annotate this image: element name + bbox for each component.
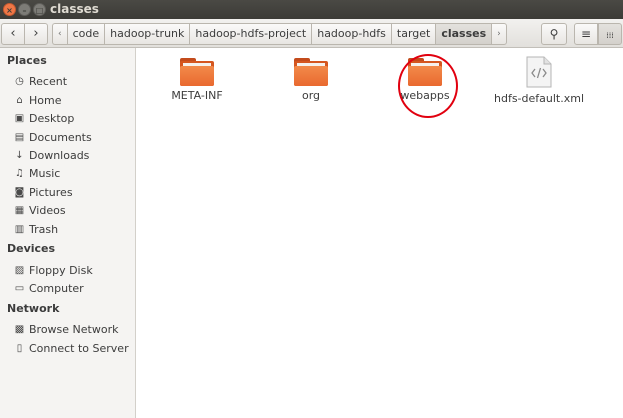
- downloads-icon: ↓: [15, 149, 24, 161]
- highlight-circle: [398, 54, 458, 118]
- sidebar-item-connect-to-server[interactable]: ▯ Connect to Server: [13, 339, 133, 357]
- home-icon: ⌂: [16, 94, 23, 106]
- documents-icon: ▤: [14, 131, 25, 143]
- back-button[interactable]: ‹: [1, 23, 25, 45]
- sidebar-item-browse-network[interactable]: ▩ Browse Network: [13, 320, 133, 338]
- file-name: hdfs-default.xml: [494, 92, 585, 105]
- videos-icon: ▦: [14, 204, 25, 216]
- devices-section-title: Devices: [7, 242, 56, 255]
- desktop-icon: ▣: [14, 112, 25, 124]
- window-title: classes: [50, 2, 99, 16]
- sidebar-item-label: Trash: [29, 222, 59, 236]
- server-icon: ▯: [16, 342, 23, 354]
- computer-icon: ▭: [14, 282, 25, 294]
- breadcrumb: ‹ code hadoop-trunk hadoop-hdfs-project …: [52, 23, 507, 45]
- sidebar-item-documents[interactable]: ▤ Documents: [13, 128, 133, 146]
- sidebar-item-label: Computer: [29, 281, 84, 295]
- sidebar-item-label: Floppy Disk: [29, 263, 93, 277]
- sidebar-item-home[interactable]: ⌂ Home: [13, 91, 133, 109]
- clock-icon: ◷: [15, 75, 24, 87]
- xml-file-icon: [526, 56, 552, 88]
- network-section-title: Network: [7, 302, 60, 315]
- minimize-window-button[interactable]: –: [18, 3, 31, 16]
- grid-view-icon: ⁞⁞⁞: [606, 31, 614, 40]
- list-view-button[interactable]: ≡: [574, 23, 598, 45]
- window-titlebar: × – □ classes: [0, 0, 623, 19]
- sidebar-item-label: Connect to Server: [29, 341, 129, 355]
- close-window-button[interactable]: ×: [3, 3, 16, 16]
- breadcrumb-classes[interactable]: classes: [435, 23, 492, 45]
- sidebar-item-label: Music: [29, 166, 61, 180]
- sidebar-item-label: Downloads: [29, 148, 90, 162]
- sidebar-item-pictures[interactable]: ◙ Pictures: [13, 183, 133, 201]
- sidebar-item-floppy-disk[interactable]: ▨ Floppy Disk: [13, 261, 133, 279]
- chevron-right-icon: ›: [33, 26, 39, 41]
- chevron-left-icon: ‹: [10, 26, 16, 41]
- file-item-hdfs-default-xml[interactable]: hdfs-default.xml: [494, 56, 584, 105]
- list-view-icon: ≡: [580, 27, 592, 41]
- maximize-window-button[interactable]: □: [33, 3, 46, 16]
- breadcrumb-hadoop-hdfs[interactable]: hadoop-hdfs: [311, 23, 391, 45]
- sidebar-item-label: Documents: [29, 130, 92, 144]
- folder-icon: [180, 58, 214, 86]
- places-section-title: Places: [7, 54, 47, 67]
- sidebar-item-label: Videos: [29, 203, 66, 217]
- file-item-meta-inf[interactable]: META-INF: [152, 58, 242, 102]
- folder-icon: [294, 58, 328, 86]
- search-icon: ⚲: [549, 27, 559, 41]
- sidebar-item-trash[interactable]: ▥ Trash: [13, 220, 133, 238]
- breadcrumb-scroll-left-button[interactable]: ‹: [52, 23, 67, 45]
- search-button[interactable]: ⚲: [541, 23, 567, 45]
- sidebar-item-label: Desktop: [29, 111, 75, 125]
- sidebar-item-music[interactable]: ♫ Music: [13, 164, 133, 182]
- sidebar-item-label: Pictures: [29, 185, 73, 199]
- sidebar: Places ◷ Recent ⌂ Home ▣ Desktop ▤ Docum…: [0, 48, 136, 418]
- sidebar-item-computer[interactable]: ▭ Computer: [13, 279, 133, 297]
- trash-icon: ▥: [14, 223, 25, 235]
- grid-view-button[interactable]: ⁞⁞⁞: [598, 23, 622, 45]
- file-name: META-INF: [171, 89, 223, 102]
- forward-button[interactable]: ›: [24, 23, 48, 45]
- sidebar-item-recent[interactable]: ◷ Recent: [13, 72, 133, 90]
- pictures-icon: ◙: [14, 186, 25, 198]
- music-icon: ♫: [15, 167, 24, 179]
- breadcrumb-target[interactable]: target: [390, 23, 436, 45]
- breadcrumb-hadoop-hdfs-project[interactable]: hadoop-hdfs-project: [189, 23, 312, 45]
- header-bar: ‹ › ‹ code hadoop-trunk hadoop-hdfs-proj…: [0, 19, 623, 48]
- sidebar-item-label: Recent: [29, 74, 68, 88]
- sidebar-item-videos[interactable]: ▦ Videos: [13, 201, 133, 219]
- breadcrumb-hadoop-trunk[interactable]: hadoop-trunk: [104, 23, 190, 45]
- breadcrumb-scroll-right-button[interactable]: ›: [491, 23, 507, 45]
- network-icon: ▩: [14, 323, 25, 335]
- file-item-org[interactable]: org: [266, 58, 356, 102]
- sidebar-item-downloads[interactable]: ↓ Downloads: [13, 146, 133, 164]
- sidebar-item-label: Browse Network: [29, 322, 119, 336]
- sidebar-item-label: Home: [29, 93, 62, 107]
- file-name: org: [301, 89, 321, 102]
- breadcrumb-code[interactable]: code: [66, 23, 105, 45]
- sidebar-item-desktop[interactable]: ▣ Desktop: [13, 109, 133, 127]
- floppy-icon: ▨: [14, 264, 25, 276]
- file-view: META-INF org webapps hdfs-default.xml: [137, 48, 623, 418]
